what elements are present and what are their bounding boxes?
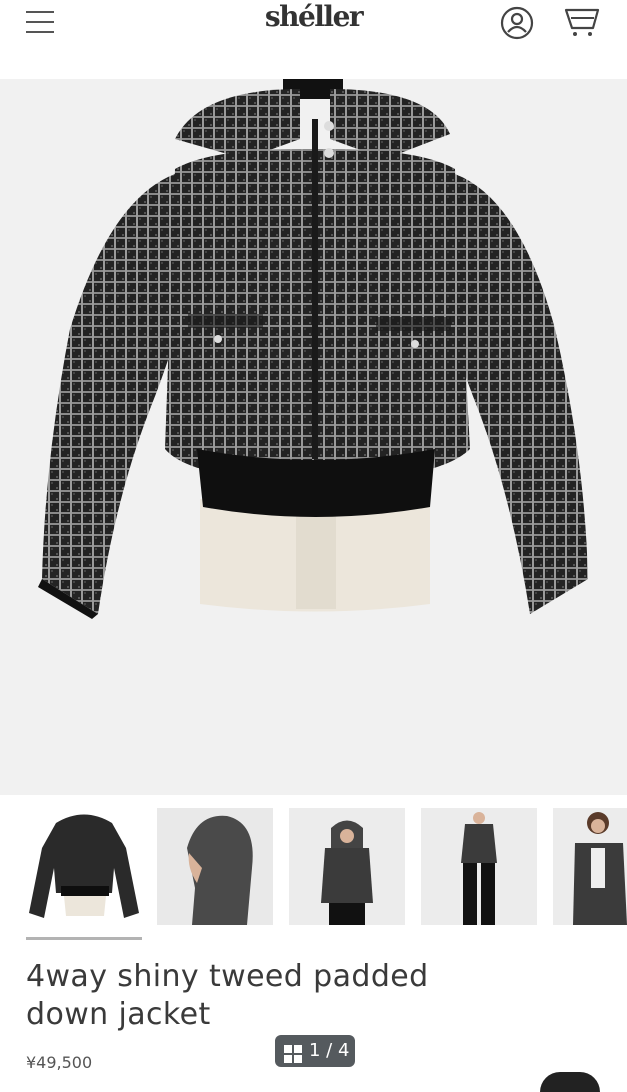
thumbnail-selected-indicator [26,937,142,940]
image-counter-text: 1 / 4 [309,1040,350,1061]
image-counter-badge[interactable]: 1 / 4 [275,1035,355,1067]
thumbnail-strip [0,808,627,928]
thumbnail-jacket-model[interactable] [553,808,627,925]
user-circle-icon[interactable] [498,4,536,42]
product-main-image[interactable] [0,79,627,795]
thumbnail-jacket-front[interactable] [26,808,142,925]
grid-icon [284,1042,302,1063]
thumbnail-vest-model[interactable] [289,808,405,925]
product-title: 4way shiny tweed padded down jacket [26,959,429,1032]
thumbnail-hood-back[interactable] [157,808,273,925]
thumbnail-vest-full-length[interactable] [421,808,537,925]
site-header: shéller [0,0,627,46]
product-price: ¥49,500 [26,1053,93,1072]
floating-action-partial[interactable] [540,1072,600,1092]
shopping-cart-icon[interactable] [563,6,601,40]
